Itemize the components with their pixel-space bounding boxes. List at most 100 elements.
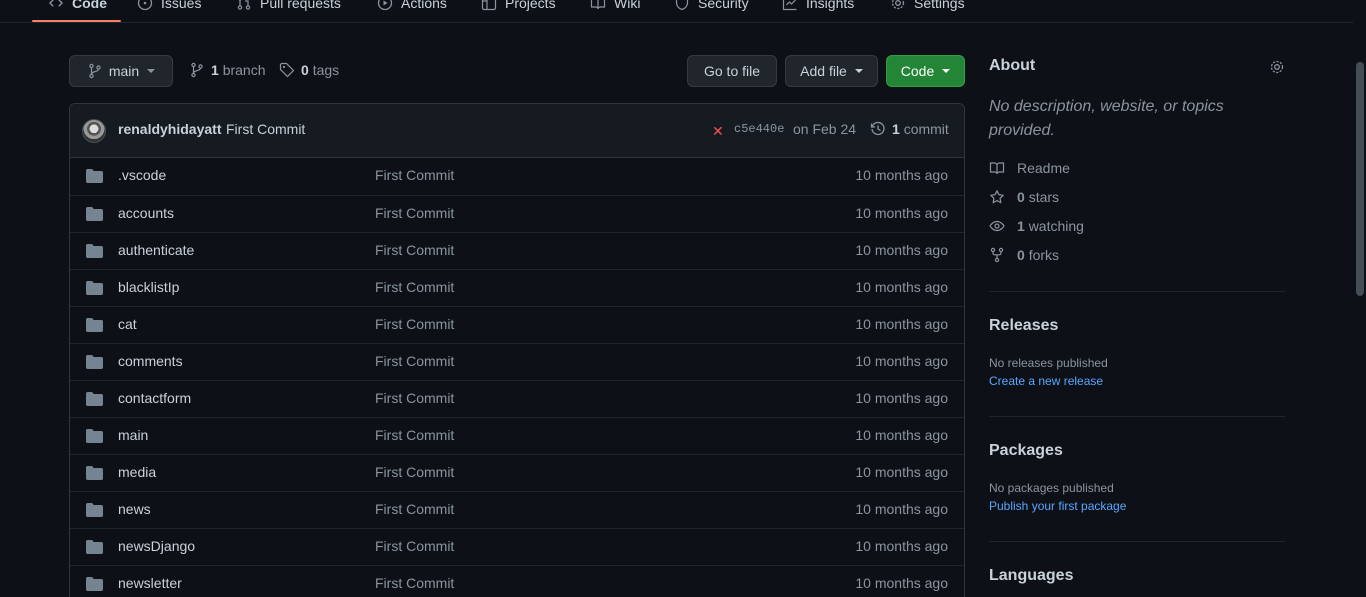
go-to-file-button[interactable]: Go to file: [687, 55, 777, 87]
code-button[interactable]: Code: [886, 55, 965, 87]
table-row: cat First Commit 10 months ago: [70, 306, 964, 343]
table-row: media First Commit 10 months ago: [70, 454, 964, 491]
latest-commit-bar: renaldyhidayatt First Commit ✕ c5e440e o…: [70, 104, 964, 158]
file-name-link[interactable]: authenticate: [118, 242, 194, 258]
file-name-link[interactable]: newsletter: [118, 575, 182, 591]
stars-link[interactable]: 0 stars: [989, 187, 1059, 207]
watching-count: 1: [1017, 218, 1025, 234]
git-branch-icon: [189, 62, 205, 78]
pull-request-icon: [236, 0, 252, 11]
file-commit-message[interactable]: First Commit: [375, 205, 454, 221]
readme-link[interactable]: Readme: [989, 158, 1070, 178]
file-name-link[interactable]: news: [118, 501, 151, 517]
file-commit-age: 10 months ago: [855, 427, 948, 443]
branch-selector[interactable]: main: [69, 55, 173, 87]
eye-icon: [989, 218, 1005, 234]
file-commit-message[interactable]: First Commit: [375, 242, 454, 258]
tags-link[interactable]: 0 tags: [279, 60, 339, 80]
x-icon[interactable]: ✕: [712, 124, 724, 138]
table-row: blacklistIp First Commit 10 months ago: [70, 269, 964, 306]
tab-code[interactable]: Code: [48, 0, 107, 14]
readme-label: Readme: [1017, 160, 1070, 176]
tab-settings[interactable]: Settings: [890, 0, 965, 14]
table-row: newsletter First Commit 10 months ago: [70, 565, 964, 597]
file-name-link[interactable]: contactform: [118, 390, 191, 406]
folder-icon: [86, 540, 103, 554]
stars-word: stars: [1028, 189, 1060, 205]
table-icon: [481, 0, 497, 11]
git-branch-icon: [87, 63, 103, 79]
tab-actions[interactable]: Actions: [377, 0, 447, 14]
chevron-down-icon: [854, 69, 863, 73]
file-commit-message[interactable]: First Commit: [375, 390, 454, 406]
code-button-label: Code: [900, 63, 935, 79]
file-commit-age: 10 months ago: [855, 501, 948, 517]
branch-selector-label: main: [108, 63, 140, 79]
folder-icon: [86, 169, 103, 183]
folder-icon: [86, 503, 103, 517]
commit-history-link[interactable]: 1 commit: [870, 121, 949, 137]
commit-sha[interactable]: c5e440e: [734, 122, 784, 136]
file-commit-message[interactable]: First Commit: [375, 167, 454, 183]
file-name-link[interactable]: blacklistIp: [118, 279, 179, 295]
branch-count: 1: [211, 62, 219, 78]
tab-pull-requests[interactable]: Pull requests: [236, 0, 341, 14]
file-name-link[interactable]: comments: [118, 353, 183, 369]
tag-count: 0: [301, 62, 309, 78]
fork-icon: [989, 247, 1005, 263]
tab-wiki[interactable]: Wiki: [590, 0, 640, 14]
file-browser: renaldyhidayatt First Commit ✕ c5e440e o…: [69, 103, 965, 597]
file-commit-message[interactable]: First Commit: [375, 353, 454, 369]
create-release-link[interactable]: Create a new release: [989, 374, 1103, 388]
file-name-link[interactable]: .vscode: [118, 167, 166, 183]
commit-message[interactable]: First Commit: [226, 121, 305, 137]
tab-issues-label: Issues: [161, 0, 202, 11]
tab-insights[interactable]: Insights: [782, 0, 854, 14]
page-scrollbar[interactable]: [1353, 0, 1366, 597]
avatar[interactable]: [82, 119, 106, 143]
gear-icon[interactable]: [1269, 59, 1285, 75]
file-commit-message[interactable]: First Commit: [375, 464, 454, 480]
publish-package-link[interactable]: Publish your first package: [989, 499, 1126, 513]
file-commit-age: 10 months ago: [855, 464, 948, 480]
languages-heading: Languages: [989, 567, 1074, 584]
tab-security[interactable]: Security: [674, 0, 749, 14]
table-row: authenticate First Commit 10 months ago: [70, 232, 964, 269]
file-commit-message[interactable]: First Commit: [375, 279, 454, 295]
chevron-down-icon: [147, 69, 156, 73]
sidebar-divider: [989, 541, 1285, 542]
file-name-link[interactable]: main: [118, 427, 148, 443]
file-commit-age: 10 months ago: [855, 279, 948, 295]
watching-link[interactable]: 1 watching: [989, 216, 1084, 236]
file-name-link[interactable]: newsDjango: [118, 538, 195, 554]
file-commit-message[interactable]: First Commit: [375, 575, 454, 591]
selected-tab-indicator: [32, 20, 121, 22]
file-commit-message[interactable]: First Commit: [375, 427, 454, 443]
packages-heading[interactable]: Packages: [989, 442, 1063, 460]
file-commit-message[interactable]: First Commit: [375, 501, 454, 517]
file-commit-message[interactable]: First Commit: [375, 316, 454, 332]
file-name-link[interactable]: media: [118, 464, 156, 480]
about-description: No description, website, or topics provi…: [989, 98, 1224, 139]
commit-count-word: commit: [903, 121, 949, 137]
tab-projects[interactable]: Projects: [481, 0, 556, 14]
folder-icon: [86, 577, 103, 591]
commit-date: on Feb 24: [793, 121, 857, 137]
shield-icon: [674, 0, 690, 11]
tab-wiki-label: Wiki: [614, 0, 641, 11]
file-name-link[interactable]: cat: [118, 316, 137, 332]
releases-heading[interactable]: Releases: [989, 317, 1058, 335]
branches-link[interactable]: 1 branch: [189, 60, 266, 80]
file-commit-age: 10 months ago: [855, 390, 948, 406]
tab-actions-label: Actions: [401, 0, 447, 11]
file-commit-message[interactable]: First Commit: [375, 538, 454, 554]
add-file-label: Add file: [800, 63, 847, 79]
add-file-button[interactable]: Add file: [785, 55, 878, 87]
file-name-link[interactable]: accounts: [118, 205, 174, 221]
commit-author[interactable]: renaldyhidayatt: [118, 121, 221, 137]
tab-issues[interactable]: Issues: [137, 0, 201, 14]
folder-icon: [86, 207, 103, 221]
scrollbar-thumb[interactable]: [1356, 62, 1364, 296]
forks-link[interactable]: 0 forks: [989, 245, 1059, 265]
watching-word: watching: [1028, 218, 1084, 234]
